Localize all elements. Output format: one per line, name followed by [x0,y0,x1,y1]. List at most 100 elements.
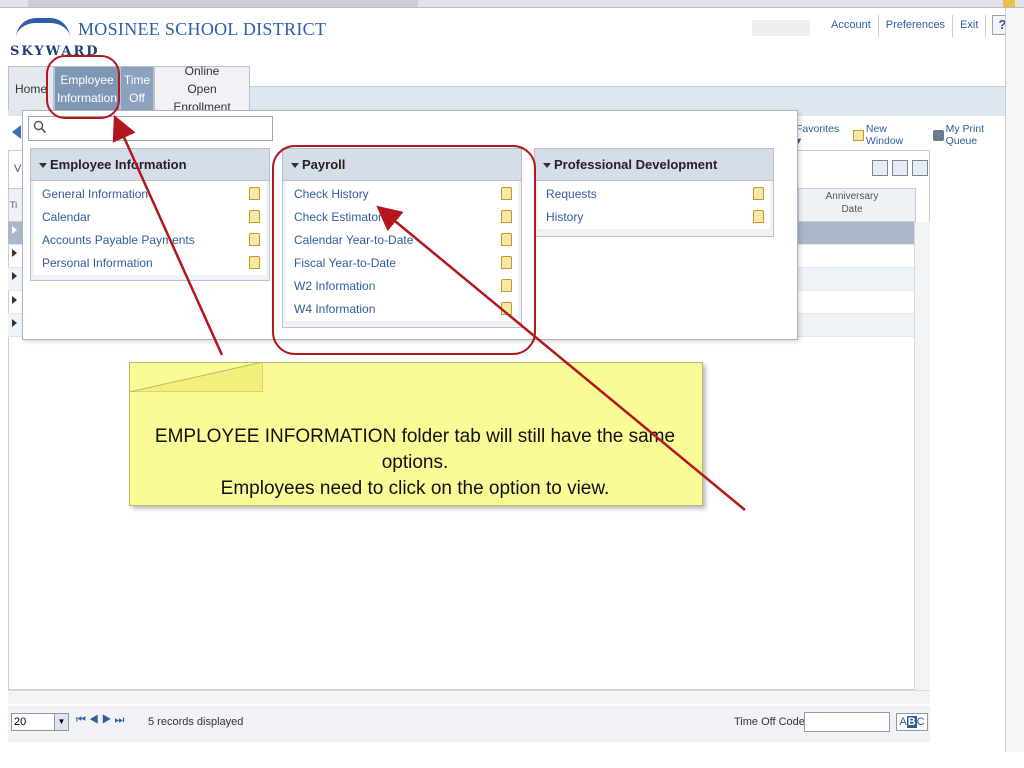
tab-online-open-enrollment[interactable]: Online Open Enrollment [154,64,250,114]
menu-item-label: General Information [42,187,149,201]
logo-text: SKYWARD [10,44,100,59]
address-url-redacted [28,0,418,7]
lock-icon [1003,0,1015,7]
chart-icon[interactable] [872,160,888,176]
tab-employee-information-line2: Information [56,90,118,105]
menu-item-label: Requests [546,187,597,201]
printer-icon [932,129,944,141]
add-favorite-icon[interactable] [249,233,260,246]
grid-view-label: V [14,163,22,175]
menu-item-calendar-ytd[interactable]: Calendar Year-to-Date [286,229,518,252]
menu-item-label: Calendar [42,210,91,224]
grid-vertical-scrollbar[interactable] [914,222,930,690]
new-window-icon [852,129,864,141]
menu-item-fiscal-ytd[interactable]: Fiscal Year-to-Date [286,252,518,275]
anniversary-date-header: Anniversary Date [804,190,900,216]
add-favorite-icon[interactable] [501,256,512,269]
menu-item-personal-information[interactable]: Personal Information [34,252,266,275]
preferences-link[interactable]: Preferences [879,15,954,37]
group-header-payroll[interactable]: Payroll [283,149,521,181]
records-count: 5 records displayed [148,716,244,728]
menu-item-history[interactable]: History [538,206,770,229]
favorites-button[interactable]: Favorites ▾ [796,123,847,147]
add-favorite-icon[interactable] [501,233,512,246]
time-off-code-label: Time Off Code: [734,716,808,728]
group-employee-information: Employee Information General Information… [30,148,270,281]
group-professional-development: Professional Development Requests Histor… [534,148,774,237]
anniversary-line2: Date [841,204,863,215]
pager-controls[interactable]: ⏮◀▶⏭ [76,714,127,727]
abc-a: A [899,716,907,728]
tab-time-off-line1: Time [123,72,151,87]
add-favorite-icon[interactable] [501,187,512,200]
skyward-logo: SKYWARD [10,14,98,66]
menu-item-label: W4 Information [294,302,376,316]
tab-online-line1: Online [184,63,220,78]
browser-address-bar[interactable] [0,0,1024,8]
logo-swoosh-icon [16,18,70,38]
menu-item-general-information[interactable]: General Information [34,183,266,206]
menu-item-accounts-payable-payments[interactable]: Accounts Payable Payments [34,229,266,252]
group-header-professional-development[interactable]: Professional Development [535,149,773,181]
menu-item-label: Check Estimator [294,210,383,224]
account-link[interactable]: Account [824,15,879,37]
add-favorite-icon[interactable] [501,210,512,223]
anniversary-line1: Anniversary [825,191,879,202]
menu-item-check-history[interactable]: Check History [286,183,518,206]
print-preview-icon[interactable] [912,160,928,176]
window-edge-bottom [0,752,1024,768]
add-favorite-icon[interactable] [249,187,260,200]
chevron-down-icon[interactable]: ▼ [54,713,69,731]
tab-employee-information-line1: Employee [60,72,114,87]
caret-down-icon [291,163,299,169]
add-favorite-icon[interactable] [249,256,260,269]
export-excel-icon[interactable] [892,160,908,176]
menu-item-calendar[interactable]: Calendar [34,206,266,229]
menu-item-label: Calendar Year-to-Date [294,233,414,247]
exit-link[interactable]: Exit [953,15,987,37]
group-title: Professional Development [554,157,718,172]
group-header-employee-information[interactable]: Employee Information [31,149,269,181]
back-arrow-icon[interactable] [12,125,21,139]
add-favorite-icon[interactable] [501,279,512,292]
main-tabs: Home Employee Information Time Off Onlin… [8,64,250,114]
group-title: Employee Information [50,157,187,172]
group-payroll: Payroll Check History Check Estimator Ca… [282,148,522,328]
row-marker-icon [12,296,17,304]
menu-search-input[interactable] [28,116,273,141]
callout-line1: EMPLOYEE INFORMATION folder tab will sti… [154,426,676,473]
menu-item-w4-information[interactable]: W4 Information [286,298,518,321]
row-marker-icon [12,249,17,257]
menu-item-requests[interactable]: Requests [538,183,770,206]
callout-line2: Employees need to click on the option to… [220,478,610,499]
menu-item-w2-information[interactable]: W2 Information [286,275,518,298]
district-name: MOSINEE SCHOOL DISTRICT [78,19,327,39]
grid-horizontal-scrollbar[interactable] [8,690,930,704]
tab-employee-information[interactable]: Employee Information [54,66,120,110]
window-edge-right [1005,8,1024,768]
tab-home[interactable]: Home [8,66,54,110]
new-window-button[interactable]: New Window [852,123,927,147]
group-title: Payroll [302,157,346,172]
add-favorite-icon[interactable] [501,302,512,315]
menu-item-label: Check History [294,187,369,201]
add-favorite-icon[interactable] [249,210,260,223]
row-marker-icon [12,319,17,327]
tab-time-off[interactable]: Time Off [120,66,154,110]
group-body: Check History Check Estimator Calendar Y… [286,181,518,321]
row-selected-marker-icon [12,226,17,234]
menu-item-check-estimator[interactable]: Check Estimator [286,206,518,229]
tab-home-label: Home [15,81,48,96]
row-marker-icon [12,272,17,280]
grid-tool-icons [872,160,932,176]
menu-item-label: Personal Information [42,256,153,270]
abc-lookup-button[interactable]: ABC [896,713,928,731]
abc-b: B [906,716,917,728]
time-off-code-input[interactable] [804,712,890,732]
add-favorite-icon[interactable] [753,210,764,223]
add-favorite-icon[interactable] [753,187,764,200]
menu-item-label: Fiscal Year-to-Date [294,256,397,270]
new-window-label: New Window [865,123,904,147]
page-size-select[interactable]: 20 [11,713,59,731]
menu-item-label: W2 Information [294,279,376,293]
